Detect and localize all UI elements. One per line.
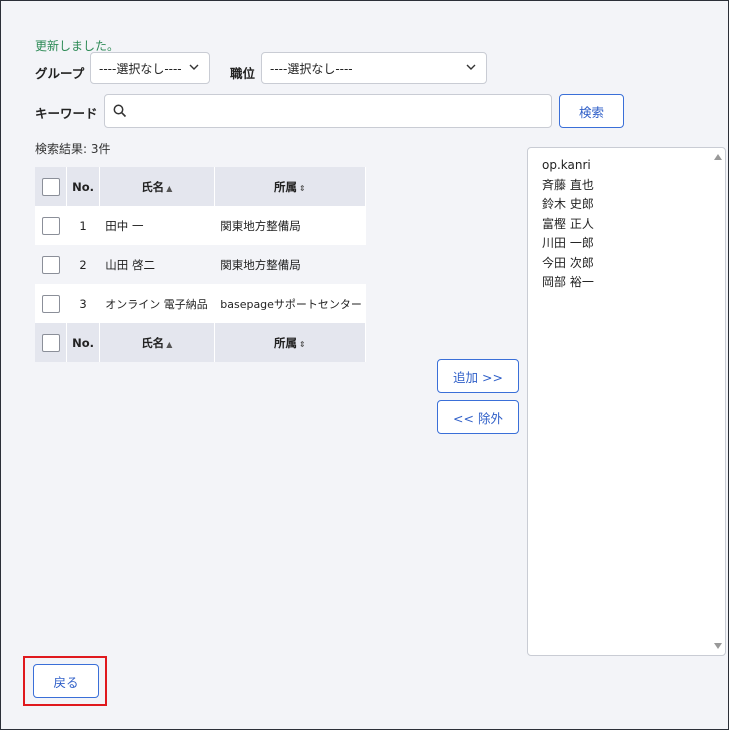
row-dept: basepageサポートセンター bbox=[214, 284, 366, 323]
col-dept[interactable]: 所属 ⇕ bbox=[214, 323, 367, 362]
row-name: 山田 啓二 bbox=[99, 245, 215, 284]
row-dept: 関東地方整備局 bbox=[214, 245, 366, 284]
sort-asc-icon: ▲ bbox=[166, 339, 173, 349]
row-no: 3 bbox=[66, 284, 100, 323]
col-no-label: No. bbox=[72, 335, 94, 350]
add-button[interactable]: 追加 >> bbox=[437, 359, 519, 393]
table-row[interactable]: 2 山田 啓二 関東地方整備局 bbox=[35, 245, 366, 284]
row-checkbox[interactable] bbox=[41, 255, 60, 274]
col-no: No. bbox=[66, 323, 100, 362]
row-no: 2 bbox=[66, 245, 100, 284]
back-button[interactable]: 戻る bbox=[33, 664, 99, 698]
group-label: グループ bbox=[35, 66, 85, 81]
selected-users-list[interactable]: op.kanri 斉藤 直也 鈴木 史郎 富樫 正人 川田 一郎 今田 次郎 岡… bbox=[527, 147, 726, 656]
select-all-cell bbox=[35, 323, 68, 362]
position-select[interactable]: ----選択なし---- bbox=[261, 52, 487, 84]
remove-button[interactable]: << 除外 bbox=[437, 400, 519, 434]
selected-users: op.kanri 斉藤 直也 鈴木 史郎 富樫 正人 川田 一郎 今田 次郎 岡… bbox=[528, 148, 725, 293]
col-dept-label: 所属 bbox=[274, 179, 298, 194]
row-name: オンライン 電子納品 bbox=[99, 284, 215, 323]
row-select-cell bbox=[35, 284, 67, 323]
row-checkbox[interactable] bbox=[41, 216, 60, 235]
list-item[interactable]: 岡部 裕一 bbox=[542, 273, 725, 293]
results-table: No. 氏名 ▲ 所属 ⇕ 1 田中 一 関東地方整備局 2 山田 啓二 関東地方整… bbox=[35, 167, 367, 362]
chevron-down-icon bbox=[466, 64, 476, 70]
col-name[interactable]: 氏名 ▲ bbox=[99, 167, 215, 206]
select-all-checkbox[interactable] bbox=[41, 333, 60, 352]
keyword-search-box bbox=[104, 94, 552, 128]
list-item[interactable]: 斉藤 直也 bbox=[542, 176, 725, 196]
keyword-input[interactable] bbox=[133, 99, 547, 125]
search-button[interactable]: 検索 bbox=[559, 94, 624, 128]
position-label: 職位 bbox=[230, 66, 256, 81]
sort-asc-icon: ▲ bbox=[166, 183, 173, 193]
page-frame: 更新しました。 グループ ----選択なし---- 職位 ----選択なし---… bbox=[0, 0, 729, 730]
scroll-up-icon[interactable] bbox=[714, 154, 722, 160]
row-no: 1 bbox=[66, 206, 100, 245]
col-name-label: 氏名 bbox=[141, 335, 165, 350]
keyword-label: キーワード bbox=[35, 106, 98, 121]
row-select-cell bbox=[35, 245, 67, 284]
table-row[interactable]: 1 田中 一 関東地方整備局 bbox=[35, 206, 366, 245]
table-row[interactable]: 3 オンライン 電子納品 basepageサポートセンター bbox=[35, 284, 366, 323]
row-checkbox[interactable] bbox=[41, 294, 60, 313]
result-count: 検索結果: 3件 bbox=[35, 142, 111, 156]
col-name-label: 氏名 bbox=[141, 179, 165, 194]
list-item[interactable]: 川田 一郎 bbox=[542, 234, 725, 254]
col-no-label: No. bbox=[72, 179, 94, 194]
col-dept-label: 所属 bbox=[274, 335, 298, 350]
row-select-cell bbox=[35, 206, 67, 245]
col-name[interactable]: 氏名 ▲ bbox=[99, 323, 215, 362]
scroll-down-icon[interactable] bbox=[714, 643, 722, 649]
list-item[interactable]: 鈴木 史郎 bbox=[542, 195, 725, 215]
list-item[interactable]: 今田 次郎 bbox=[542, 254, 725, 274]
row-name: 田中 一 bbox=[99, 206, 215, 245]
col-no: No. bbox=[66, 167, 100, 206]
select-all-cell bbox=[35, 167, 68, 206]
sort-icon: ⇕ bbox=[299, 339, 306, 349]
list-item[interactable]: 富樫 正人 bbox=[542, 215, 725, 235]
table-header-row: No. 氏名 ▲ 所属 ⇕ bbox=[35, 167, 367, 206]
search-icon bbox=[113, 104, 127, 118]
position-select-value: ----選択なし---- bbox=[270, 61, 353, 76]
list-item[interactable]: op.kanri bbox=[542, 156, 725, 176]
select-all-checkbox[interactable] bbox=[41, 177, 60, 196]
group-select[interactable]: ----選択なし---- bbox=[90, 52, 210, 84]
sort-icon: ⇕ bbox=[299, 183, 306, 193]
group-select-value: ----選択なし---- bbox=[99, 61, 182, 76]
row-dept: 関東地方整備局 bbox=[214, 206, 366, 245]
table-footer-row: No. 氏名 ▲ 所属 ⇕ bbox=[35, 323, 367, 362]
col-dept[interactable]: 所属 ⇕ bbox=[214, 167, 367, 206]
chevron-down-icon bbox=[189, 64, 199, 70]
